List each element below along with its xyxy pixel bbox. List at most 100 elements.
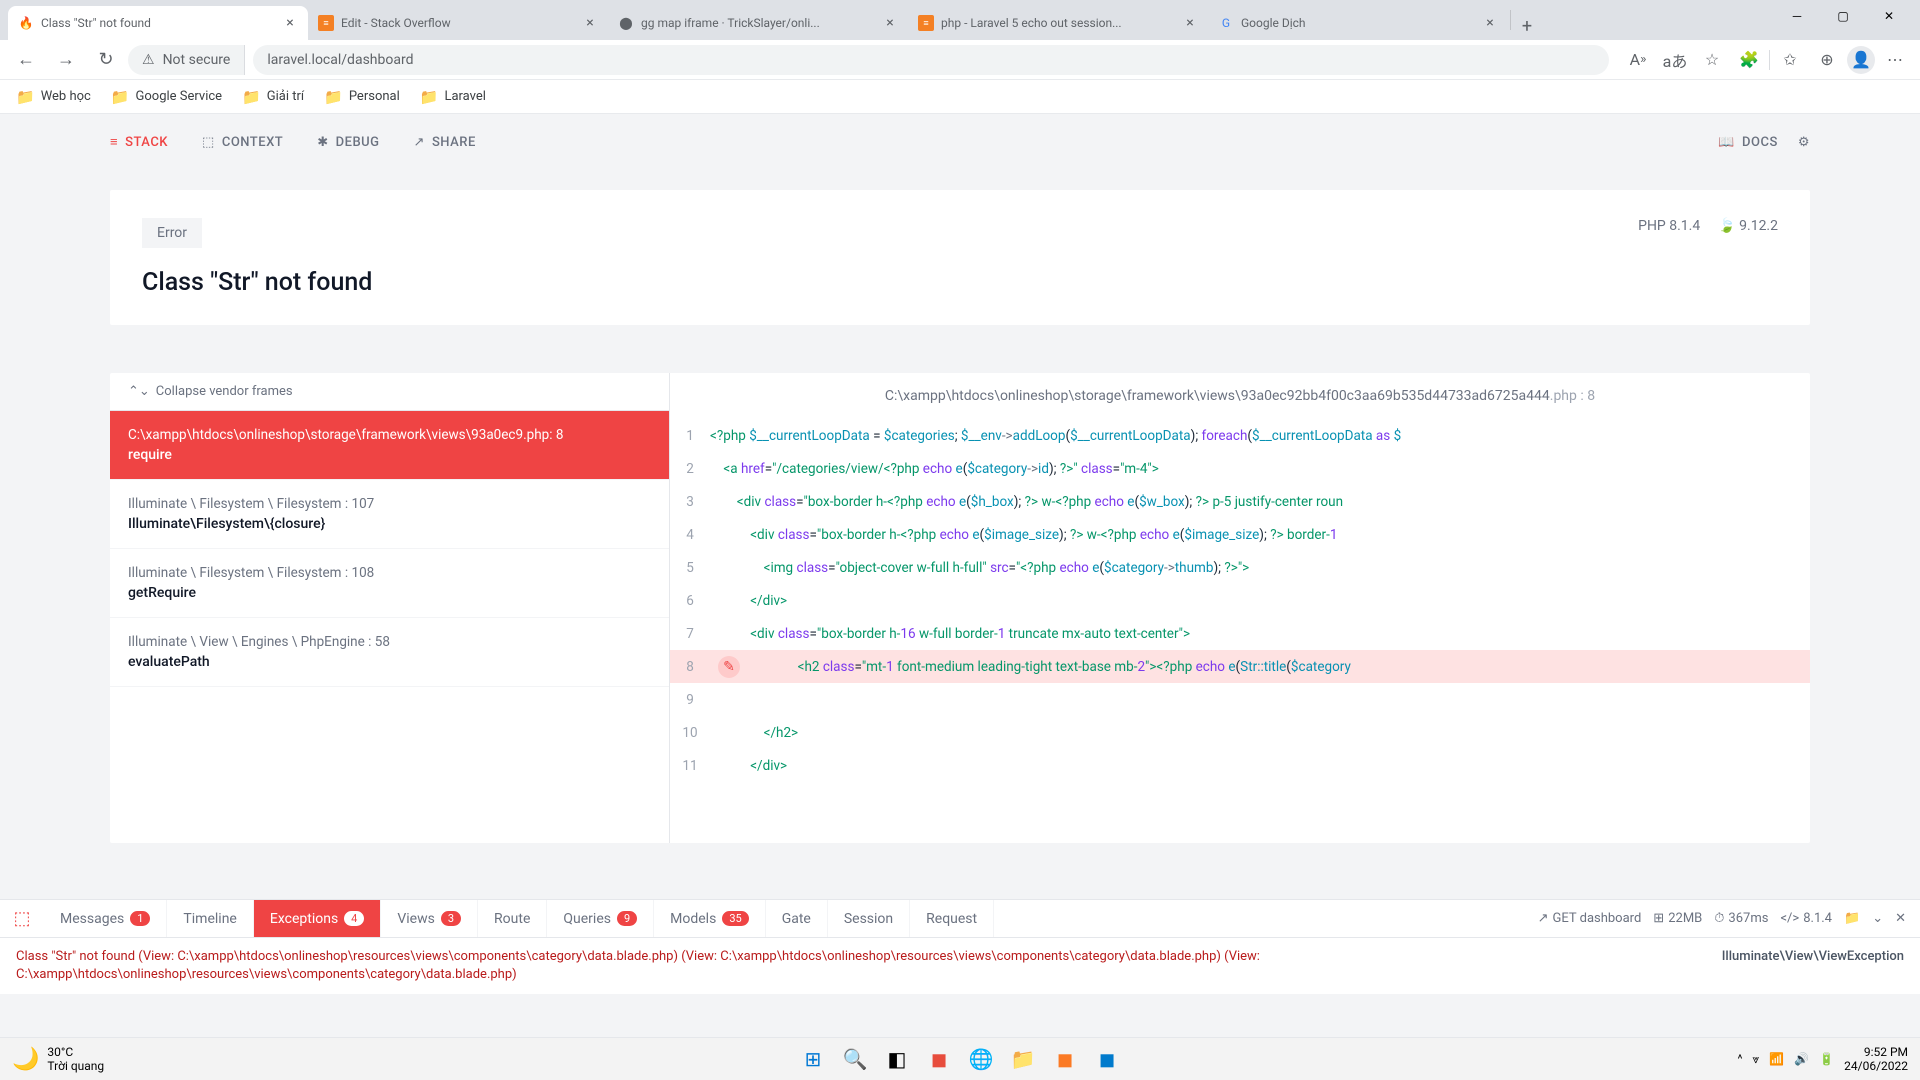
exception-message: Class "Str" not found (View: C:\xampp\ht…	[16, 948, 1904, 966]
debugbar-tab-gate[interactable]: Gate	[766, 900, 828, 937]
code-content: </div>	[710, 593, 1810, 609]
chevron-up-icon[interactable]: ^	[1737, 1052, 1742, 1066]
bookmark-item[interactable]: 📁Personal	[316, 84, 408, 110]
tab-close-icon[interactable]: ×	[882, 15, 898, 31]
address-bar[interactable]: laravel.local/dashboard	[253, 45, 1609, 75]
debugbar-tab-queries[interactable]: Queries9	[547, 900, 654, 937]
line-number: 2	[670, 461, 710, 477]
explorer-icon[interactable]: 📁	[1004, 1040, 1042, 1078]
translate-icon[interactable]: aあ	[1658, 43, 1692, 77]
php-version: PHP 8.1.4	[1638, 218, 1700, 234]
tab-close-icon[interactable]: ×	[282, 15, 298, 31]
task-view-icon[interactable]: ◧	[878, 1040, 916, 1078]
debug-icon: ✱	[317, 135, 328, 150]
frame-function: require	[128, 447, 651, 463]
stack-frame-active[interactable]: C:\xampp\htdocs\onlineshop\storage\frame…	[110, 411, 669, 480]
debugbar-tab-exceptions[interactable]: Exceptions4	[254, 900, 382, 937]
bookmark-label: Laravel	[444, 89, 485, 104]
bookmark-item[interactable]: 📁 Laravel	[412, 84, 494, 110]
debugbar-time[interactable]: ⏱ 367ms	[1714, 911, 1768, 926]
back-button[interactable]: ←	[8, 42, 44, 78]
line-number: 7	[670, 626, 710, 642]
maximize-button[interactable]: ▢	[1820, 0, 1866, 32]
tab-label: Views	[397, 911, 435, 927]
clock[interactable]: 9:52 PM 24/06/2022	[1844, 1045, 1908, 1074]
collections-icon[interactable]: ⊕	[1810, 43, 1844, 77]
extensions-icon[interactable]: 🧩	[1732, 43, 1766, 77]
start-button[interactable]: ⊞	[794, 1040, 832, 1078]
code-content: <img class="object-cover w-full h-full" …	[710, 560, 1810, 576]
bookmark-item[interactable]: 📁Giải trí	[234, 84, 312, 110]
read-aloud-icon[interactable]: A»	[1621, 43, 1655, 77]
weather-widget[interactable]: 🌙 30°C Trời quang	[12, 1045, 104, 1074]
browser-tab[interactable]: ⬤ gg map iframe · TrickSlayer/onli... ×	[608, 6, 908, 40]
favorites-bar-icon[interactable]: ✩	[1773, 43, 1807, 77]
nav-docs[interactable]: 📖DOCS	[1718, 135, 1778, 150]
tab-badge: 3	[441, 911, 461, 926]
browser-tab[interactable]: ≡ php - Laravel 5 echo out session... ×	[908, 6, 1208, 40]
line-number: 4	[670, 527, 710, 543]
nav-share[interactable]: ↗SHARE	[414, 135, 476, 150]
tray-icon[interactable]: ⩔	[1753, 1052, 1760, 1067]
favorite-icon[interactable]: ☆	[1695, 43, 1729, 77]
stack-trace-container: ⌃⌄Collapse vendor frames C:\xampp\htdocs…	[110, 373, 1810, 843]
folder-icon: 📁	[420, 88, 439, 106]
security-indicator[interactable]: ⚠ Not secure	[128, 45, 244, 75]
debugbar-tab-timeline[interactable]: Timeline	[167, 900, 253, 937]
tab-close-icon[interactable]: ×	[582, 15, 598, 31]
nav-debug[interactable]: ✱ DEBUG	[317, 135, 379, 150]
debugbar-tab-views[interactable]: Views 3	[381, 900, 478, 937]
nav-context[interactable]: ⬚CONTEXT	[202, 135, 283, 150]
line-number: 9	[670, 692, 710, 708]
close-icon[interactable]: ✕	[1895, 911, 1906, 926]
nav-stack[interactable]: ≡STACK	[110, 134, 168, 150]
stack-frame[interactable]: Illuminate \ Filesystem \ Filesystem : 1…	[110, 480, 669, 549]
close-window-button[interactable]: ✕	[1866, 0, 1912, 32]
nav-label: DEBUG	[336, 135, 380, 150]
vscode-icon[interactable]: ◼	[1088, 1040, 1126, 1078]
minimize-button[interactable]: ─	[1774, 0, 1820, 32]
wifi-icon[interactable]: 📶	[1769, 1052, 1784, 1066]
debugbar-tab-models[interactable]: Models35	[654, 900, 766, 937]
app-icon[interactable]: ◼	[920, 1040, 958, 1078]
collapse-icon: ⌃⌄	[128, 384, 150, 399]
tab-badge: 35	[722, 911, 748, 926]
tab-close-icon[interactable]: ×	[1182, 15, 1198, 31]
debugbar-memory[interactable]: ⊞ 22MB	[1653, 911, 1702, 926]
menu-icon[interactable]: ⋯	[1878, 43, 1912, 77]
tab-favicon: 🔥	[18, 15, 34, 31]
nav-label: DOCS	[1742, 135, 1778, 150]
collapse-vendor-button[interactable]: ⌃⌄Collapse vendor frames	[110, 373, 669, 411]
stack-frame[interactable]: Illuminate \ View \ Engines \ PhpEngine …	[110, 618, 669, 687]
volume-icon[interactable]: 🔊	[1794, 1052, 1809, 1066]
nav-settings[interactable]: ⚙	[1798, 135, 1810, 150]
battery-icon[interactable]: 🔋	[1819, 1052, 1834, 1066]
debugbar-tab-messages[interactable]: Messages1	[44, 900, 167, 937]
tab-close-icon[interactable]: ×	[1482, 15, 1498, 31]
bookmark-item[interactable]: 📁Web học	[8, 84, 99, 110]
stack-frame[interactable]: Illuminate \ Filesystem \ Filesystem : 1…	[110, 549, 669, 618]
debugbar-content: Class "Str" not found (View: C:\xampp\ht…	[0, 938, 1920, 994]
browser-tab[interactable]: G Google Dịch ×	[1208, 6, 1508, 40]
debugbar-tab-session[interactable]: Session	[828, 900, 910, 937]
laravel-logo-icon[interactable]: ⬚	[0, 900, 44, 937]
edit-icon[interactable]: ✎	[718, 656, 740, 678]
forward-button[interactable]: →	[48, 42, 84, 78]
debugbar-tab-route[interactable]: Route	[478, 900, 547, 937]
xampp-icon[interactable]: ◼	[1046, 1040, 1084, 1078]
search-icon[interactable]: 🔍	[836, 1040, 874, 1078]
new-tab-button[interactable]: +	[1513, 12, 1541, 40]
bookmark-item[interactable]: 📁Google Service	[103, 84, 230, 110]
tab-title: Edit - Stack Overflow	[341, 16, 575, 30]
tab-label: Request	[926, 911, 977, 927]
reload-button[interactable]: ↻	[88, 42, 124, 78]
browser-tab-active[interactable]: 🔥 Class "Str" not found ×	[8, 6, 308, 40]
browser-tab[interactable]: ≡ Edit - Stack Overflow ×	[308, 6, 608, 40]
folder-icon[interactable]: 📁	[1844, 911, 1860, 926]
chevron-down-icon[interactable]: ⌄	[1872, 911, 1883, 926]
debugbar-tab-request[interactable]: Request	[910, 900, 994, 937]
debugbar-version[interactable]: </> 8.1.4	[1780, 911, 1832, 926]
profile-avatar[interactable]: 👤	[1847, 46, 1875, 74]
debugbar-method[interactable]: ↗ GET dashboard	[1538, 911, 1642, 926]
edge-icon[interactable]: 🌐	[962, 1040, 1000, 1078]
